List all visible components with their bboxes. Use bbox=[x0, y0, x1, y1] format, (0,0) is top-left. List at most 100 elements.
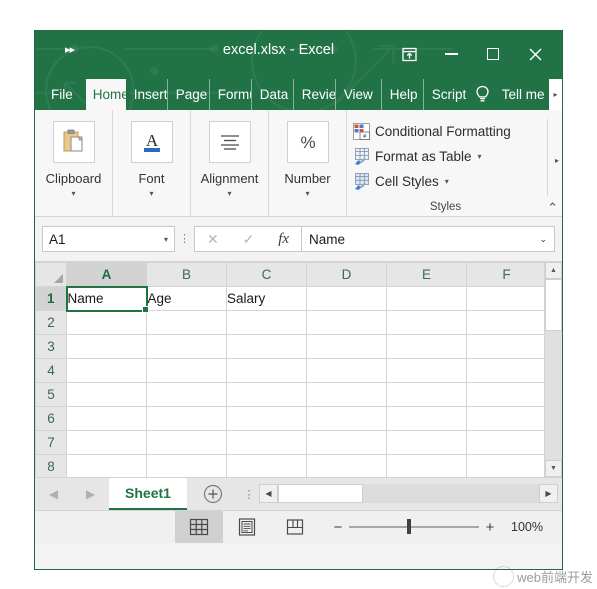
cell-c5[interactable] bbox=[226, 382, 307, 407]
scroll-left-button[interactable]: ◀ bbox=[259, 484, 278, 503]
enter-icon[interactable]: ✓ bbox=[243, 231, 255, 248]
cell-b3[interactable] bbox=[146, 334, 227, 359]
clipboard-group-caret[interactable]: ▾ bbox=[71, 190, 75, 198]
styles-expand-arrow[interactable]: ▸ bbox=[555, 156, 559, 165]
vertical-scrollbar-thumb[interactable] bbox=[545, 279, 562, 331]
tab-review[interactable]: Review bbox=[294, 79, 336, 110]
cell-f5[interactable] bbox=[466, 382, 544, 407]
formula-input[interactable]: Name ⌄ bbox=[301, 226, 555, 252]
cell-c3[interactable] bbox=[226, 334, 307, 359]
cell-c2[interactable] bbox=[226, 310, 307, 335]
cell-d7[interactable] bbox=[306, 430, 387, 455]
cell-e6[interactable] bbox=[386, 406, 467, 431]
scroll-down-button[interactable]: ▼ bbox=[545, 460, 562, 477]
cell-e7[interactable] bbox=[386, 430, 467, 455]
horizontal-scrollbar-track[interactable] bbox=[278, 484, 539, 503]
row-header-4[interactable]: 4 bbox=[35, 358, 67, 383]
sheet-tab-sheet1[interactable]: Sheet1 bbox=[109, 478, 187, 510]
tab-script-lab[interactable]: Script Lab bbox=[424, 79, 466, 110]
cell-f6[interactable] bbox=[466, 406, 544, 431]
name-box-chevron-down-icon[interactable]: ▾ bbox=[164, 235, 168, 244]
row-header-1[interactable]: 1 bbox=[35, 286, 67, 311]
close-button[interactable] bbox=[514, 39, 556, 69]
ribbon-group-number[interactable]: % Number ▾ bbox=[269, 110, 347, 216]
column-header-a[interactable]: A bbox=[66, 262, 147, 287]
row-header-3[interactable]: 3 bbox=[35, 334, 67, 359]
collapse-ribbon-button[interactable]: ⌃ bbox=[547, 201, 558, 214]
ribbon-group-clipboard[interactable]: Clipboard ▾ bbox=[35, 110, 113, 216]
cell-f8[interactable] bbox=[466, 454, 544, 477]
formula-bar-handle[interactable]: ⋮ bbox=[175, 233, 194, 245]
number-button[interactable]: % bbox=[286, 121, 329, 163]
cell-d4[interactable] bbox=[306, 358, 387, 383]
cell-e3[interactable] bbox=[386, 334, 467, 359]
add-sheet-button[interactable] bbox=[187, 478, 239, 510]
cell-c6[interactable] bbox=[226, 406, 307, 431]
cell-f4[interactable] bbox=[466, 358, 544, 383]
cell-b7[interactable] bbox=[146, 430, 227, 455]
page-break-view-button[interactable] bbox=[271, 511, 319, 543]
name-box[interactable]: A1 ▾ bbox=[42, 226, 175, 252]
cell-c7[interactable] bbox=[226, 430, 307, 455]
cell-a7[interactable] bbox=[66, 430, 147, 455]
tell-me-bulb-button[interactable] bbox=[466, 79, 500, 110]
tab-help[interactable]: Help bbox=[382, 79, 424, 110]
horizontal-scrollbar[interactable]: ◀ ▶ bbox=[259, 478, 562, 510]
row-header-7[interactable]: 7 bbox=[35, 430, 67, 455]
alignment-button[interactable] bbox=[208, 121, 251, 163]
zoom-out-button[interactable]: − bbox=[327, 519, 349, 536]
cell-e4[interactable] bbox=[386, 358, 467, 383]
ribbon-group-font[interactable]: A Font ▾ bbox=[113, 110, 191, 216]
row-header-6[interactable]: 6 bbox=[35, 406, 67, 431]
normal-view-button[interactable] bbox=[175, 511, 223, 543]
cell-e8[interactable] bbox=[386, 454, 467, 477]
cell-c8[interactable] bbox=[226, 454, 307, 477]
column-header-b[interactable]: B bbox=[146, 262, 227, 287]
font-button[interactable]: A bbox=[130, 121, 173, 163]
cell-e1[interactable] bbox=[386, 286, 467, 311]
cell-b2[interactable] bbox=[146, 310, 227, 335]
cell-b8[interactable] bbox=[146, 454, 227, 477]
cell-c4[interactable] bbox=[226, 358, 307, 383]
cell-e5[interactable] bbox=[386, 382, 467, 407]
row-header-2[interactable]: 2 bbox=[35, 310, 67, 335]
scroll-right-button[interactable]: ▶ bbox=[539, 484, 558, 503]
cell-d8[interactable] bbox=[306, 454, 387, 477]
vertical-scrollbar[interactable]: ▲ ▼ bbox=[544, 262, 562, 477]
tab-home[interactable]: Home bbox=[85, 79, 126, 110]
zoom-slider[interactable] bbox=[349, 519, 479, 535]
tab-data[interactable]: Data bbox=[252, 79, 294, 110]
cell-d6[interactable] bbox=[306, 406, 387, 431]
cell-d3[interactable] bbox=[306, 334, 387, 359]
column-header-c[interactable]: C bbox=[226, 262, 307, 287]
cell-d1[interactable] bbox=[306, 286, 387, 311]
cell-f1[interactable] bbox=[466, 286, 544, 311]
column-header-e[interactable]: E bbox=[386, 262, 467, 287]
cell-f2[interactable] bbox=[466, 310, 544, 335]
cell-b6[interactable] bbox=[146, 406, 227, 431]
cell-a1[interactable]: Name bbox=[65, 285, 150, 314]
row-header-5[interactable]: 5 bbox=[35, 382, 67, 407]
vertical-scrollbar-track[interactable] bbox=[545, 331, 562, 460]
cell-d5[interactable] bbox=[306, 382, 387, 407]
column-header-d[interactable]: D bbox=[306, 262, 387, 287]
zoom-in-button[interactable]: + bbox=[479, 519, 501, 536]
minimize-button[interactable] bbox=[430, 39, 472, 69]
cell-f3[interactable] bbox=[466, 334, 544, 359]
cell-b1[interactable]: Age bbox=[146, 286, 227, 311]
tab-formulas[interactable]: Formulas bbox=[210, 79, 252, 110]
font-group-caret[interactable]: ▾ bbox=[149, 190, 153, 198]
column-header-f[interactable]: F bbox=[466, 262, 544, 287]
worksheet-grid[interactable]: A B C D E F 1 Name Age Salary 2 3 4 5 6 … bbox=[35, 262, 544, 477]
horizontal-scrollbar-thumb[interactable] bbox=[278, 484, 363, 503]
cell-a3[interactable] bbox=[66, 334, 147, 359]
cancel-icon[interactable]: ✕ bbox=[207, 231, 219, 248]
cell-a2[interactable] bbox=[66, 310, 147, 335]
cell-e2[interactable] bbox=[386, 310, 467, 335]
cell-a4[interactable] bbox=[66, 358, 147, 383]
number-group-caret[interactable]: ▾ bbox=[305, 190, 309, 198]
zoom-slider-thumb[interactable] bbox=[407, 519, 411, 535]
tab-overflow-button[interactable]: ▸ bbox=[549, 79, 562, 110]
ribbon-group-alignment[interactable]: Alignment ▾ bbox=[191, 110, 269, 216]
page-layout-view-button[interactable] bbox=[223, 511, 271, 543]
